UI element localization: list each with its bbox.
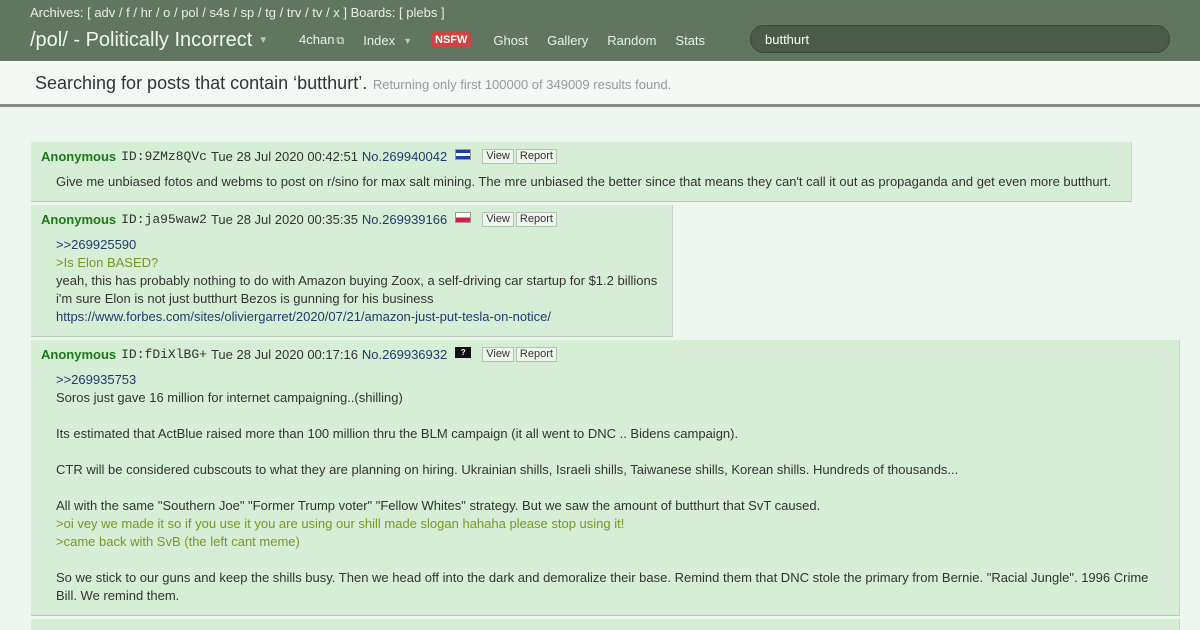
post-author: Anonymous: [41, 149, 117, 164]
nav-stats-link[interactable]: Stats: [675, 33, 705, 48]
nav-index-dropdown[interactable]: Index ▼: [363, 33, 412, 48]
search-info-count: Returning only first 100000 of 349009 re…: [372, 77, 672, 92]
external-url-link[interactable]: https://www.forbes.com/sites/oliviergarr…: [56, 309, 551, 324]
archives-close: ]: [343, 5, 347, 20]
post-date: Tue 28 Jul 2020 00:42:51: [210, 149, 358, 164]
greentext-line: >oi vey we made it so if you use it you …: [56, 516, 625, 531]
nav-4chan-link[interactable]: 4chan ⧉: [299, 32, 344, 48]
post: Anonymous ID:ja95waw2 Tue 28 Jul 2020 00…: [31, 205, 673, 337]
archive-link-sp[interactable]: sp: [241, 5, 255, 20]
post-date: Tue 28 Jul 2020 00:17:16: [210, 347, 358, 362]
report-button[interactable]: Report: [515, 347, 557, 362]
search-info-bar: Searching for posts that contain ‘butthu…: [0, 61, 1200, 107]
poster-id[interactable]: ID:9ZMz8QVc: [121, 149, 207, 164]
archives-bar: Archives: [ adv / f / hr / o / pol / s4s…: [30, 5, 445, 20]
search-input[interactable]: [750, 25, 1170, 53]
view-button[interactable]: View: [482, 212, 514, 227]
nav-gallery-link[interactable]: Gallery: [547, 33, 588, 48]
archive-link-o[interactable]: o: [163, 5, 170, 20]
post-text-line: CTR will be considered cubscouts to what…: [56, 462, 959, 477]
archive-link-trv[interactable]: trv: [287, 5, 301, 20]
archive-link-hr[interactable]: hr: [141, 5, 153, 20]
view-button[interactable]: View: [482, 149, 514, 164]
quote-link[interactable]: >>269925590: [56, 237, 136, 252]
board-title: /pol/ - Politically Incorrect: [30, 29, 253, 51]
boards-label: Boards: [: [350, 5, 403, 20]
boards-close: ]: [440, 5, 445, 20]
post-header: Anonymous ID:9ZMz8QVc Tue 28 Jul 2020 00…: [41, 149, 557, 164]
post-author: Anonymous: [41, 347, 117, 362]
nav-index-label: Index: [363, 32, 396, 48]
external-link-icon: ⧉: [336, 35, 345, 47]
board-title-dropdown[interactable]: /pol/ - Politically Incorrect ▼: [30, 29, 268, 52]
nav-4chan-label: 4chan: [299, 32, 335, 47]
greentext-line: >Is Elon BASED?: [56, 255, 159, 270]
nav-random-link[interactable]: Random: [607, 33, 656, 48]
post-text-line: i'm sure Elon is not just butthurt Bezos…: [56, 291, 434, 306]
archive-link-adv[interactable]: adv: [94, 5, 115, 20]
search-info-title: Searching for posts that contain ‘butthu…: [35, 73, 368, 93]
post: Anonymous ID:fDiXlBG+ Tue 28 Jul 2020 00…: [31, 340, 1180, 616]
poster-id[interactable]: ID:ja95waw2: [121, 212, 207, 227]
archives-label: Archives: [: [30, 5, 91, 20]
archive-link-pol[interactable]: pol: [181, 5, 198, 20]
post-text-line: Soros just gave 16 million for internet …: [56, 390, 403, 405]
post-header: Anonymous ID:ja95waw2 Tue 28 Jul 2020 00…: [41, 212, 557, 227]
post-number-link[interactable]: No.269940042: [362, 149, 447, 164]
post-date: Tue 28 Jul 2020 00:35:35: [210, 212, 358, 227]
post-text-line: So we stick to our guns and keep the shi…: [56, 570, 1149, 585]
post-text-line: yeah, this has probably nothing to do wi…: [56, 273, 658, 288]
post-author: Anonymous: [41, 212, 117, 227]
post-text-line: All with the same "Southern Joe" "Former…: [56, 498, 821, 513]
nsfw-badge: NSFW: [431, 32, 472, 48]
post-text-line: Bill. We remind them.: [56, 588, 180, 603]
view-button[interactable]: View: [482, 347, 514, 362]
post-body: >>269935753 Soros just gave 16 million f…: [56, 371, 1148, 605]
board-link-plebs[interactable]: plebs: [406, 5, 437, 20]
report-button[interactable]: Report: [515, 149, 557, 164]
caret-down-icon: ▼: [403, 35, 413, 46]
poster-id[interactable]: ID:fDiXlBG+: [121, 347, 207, 362]
post-text-line: Its estimated that ActBlue raised more t…: [56, 426, 739, 441]
post-number-link[interactable]: No.269939166: [362, 212, 447, 227]
archive-link-tg[interactable]: tg: [265, 5, 276, 20]
archive-link-s4s[interactable]: s4s: [209, 5, 229, 20]
post-body: Give me unbiased fotos and webms to post…: [56, 173, 1111, 191]
archive-link-tv[interactable]: tv: [312, 5, 322, 20]
post-body: >>269925590 >Is Elon BASED? yeah, this h…: [56, 236, 657, 326]
report-button[interactable]: Report: [515, 212, 557, 227]
main-nav: 4chan ⧉ Index ▼ NSFW Ghost Gallery Random …: [299, 32, 724, 48]
post: Anonymous ID:9ZMz8QVc Tue 28 Jul 2020 00…: [31, 142, 1132, 202]
greentext-line: >came back with SvB (the left cant meme): [56, 534, 300, 549]
post-number-link[interactable]: No.269936932: [362, 347, 447, 362]
archive-link-x[interactable]: x: [333, 5, 340, 20]
post-text-line: Give me unbiased fotos and webms to post…: [56, 174, 1112, 189]
poland-flag-icon: [455, 212, 472, 223]
nav-ghost-link[interactable]: Ghost: [493, 33, 528, 48]
archive-link-f[interactable]: f: [126, 5, 130, 20]
unknown-flag-icon: ?: [455, 347, 472, 358]
quote-link[interactable]: >>269935753: [56, 372, 136, 387]
post-header: Anonymous ID:fDiXlBG+ Tue 28 Jul 2020 00…: [41, 347, 557, 362]
post-partial: [31, 619, 1180, 630]
caret-down-icon: ▼: [258, 35, 269, 46]
top-navbar: Archives: [ adv / f / hr / o / pol / s4s…: [0, 0, 1200, 61]
el-salvador-flag-icon: [455, 149, 472, 160]
